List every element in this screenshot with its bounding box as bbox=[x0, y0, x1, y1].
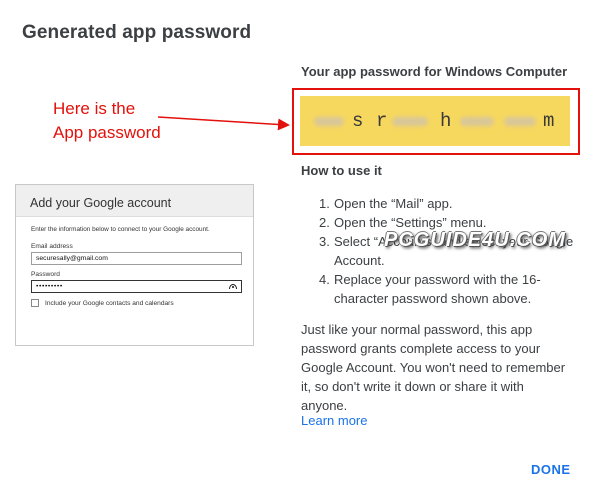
mail-dialog-title: Add your Google account bbox=[16, 185, 253, 217]
app-password-box[interactable]: s r h m bbox=[300, 96, 570, 146]
learn-more-link[interactable]: Learn more bbox=[301, 413, 367, 428]
eye-icon[interactable] bbox=[229, 284, 237, 289]
checkbox-label: Include your Google contacts and calenda… bbox=[45, 299, 174, 307]
password-char: h bbox=[440, 110, 452, 132]
dialog-title: Generated app password bbox=[22, 22, 252, 43]
mail-dialog-screenshot: Add your Google account Enter the inform… bbox=[15, 184, 254, 346]
password-label: Password bbox=[31, 271, 60, 278]
contacts-checkbox-row[interactable]: Include your Google contacts and calenda… bbox=[31, 299, 241, 307]
redacted-segment bbox=[392, 117, 428, 126]
how-to-heading: How to use it bbox=[301, 163, 382, 178]
password-char: m bbox=[543, 110, 555, 132]
app-password-heading: Your app password for Windows Computer bbox=[301, 64, 568, 79]
checkbox[interactable] bbox=[31, 299, 39, 307]
watermark: PCGUIDE4U.COM bbox=[384, 229, 566, 251]
annotation-line1: Here is the bbox=[53, 99, 136, 118]
password-char: r bbox=[376, 110, 388, 132]
done-button[interactable]: DONE bbox=[531, 462, 571, 477]
email-field[interactable]: securesally@gmail.com bbox=[31, 252, 242, 265]
password-dots: ••••••••• bbox=[36, 283, 63, 290]
annotation-callout: Here is the App password bbox=[53, 97, 161, 145]
email-label: Email address bbox=[31, 243, 73, 250]
redacted-segment bbox=[460, 117, 494, 126]
password-field[interactable]: ••••••••• bbox=[31, 280, 242, 293]
mail-intro-text: Enter the information below to connect t… bbox=[31, 226, 210, 233]
redacted-segment bbox=[314, 117, 344, 126]
redacted-segment bbox=[504, 117, 536, 126]
list-item: 1. Open the “Mail” app. bbox=[319, 196, 453, 211]
annotation-line2: App password bbox=[53, 123, 161, 142]
password-char: s bbox=[352, 110, 364, 132]
list-item: 4. Replace your password with the 16-char… bbox=[319, 272, 541, 306]
info-paragraph: Just like your normal password, this app… bbox=[301, 322, 566, 413]
